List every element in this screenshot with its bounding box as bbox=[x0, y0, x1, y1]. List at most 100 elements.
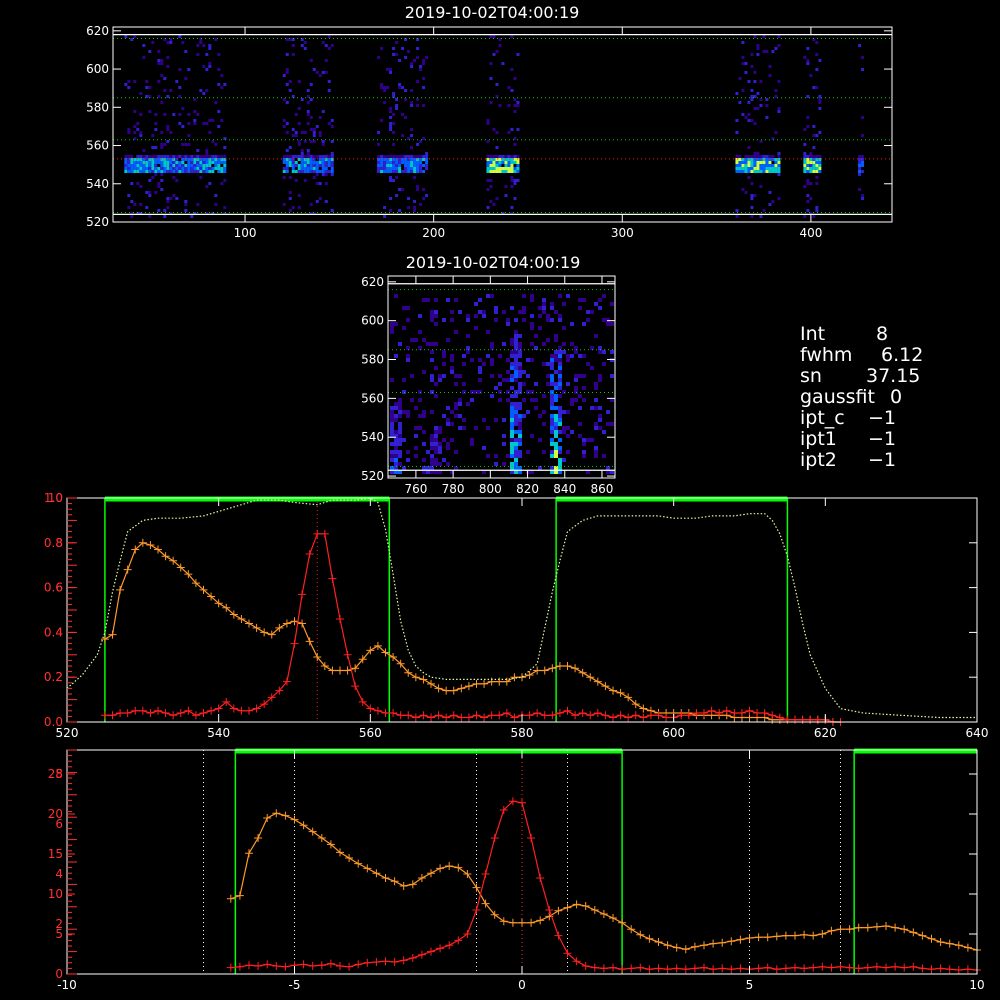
heatmap-cell bbox=[574, 390, 578, 394]
heatmap-cell bbox=[160, 74, 164, 77]
heatmap-cell bbox=[383, 206, 387, 209]
heatmap-cell bbox=[818, 164, 822, 167]
heatmap-cell bbox=[554, 334, 558, 338]
series-1-point bbox=[654, 964, 663, 973]
heatmap-cell bbox=[419, 65, 423, 68]
heatmap-cell bbox=[806, 59, 810, 62]
series-1-point bbox=[554, 931, 563, 940]
heatmap-cell bbox=[401, 161, 405, 164]
heatmap-cell bbox=[602, 362, 606, 366]
heatmap-cell bbox=[546, 374, 550, 378]
heatmap-cell bbox=[518, 438, 522, 442]
heatmap-cell bbox=[223, 146, 227, 149]
heatmap-cell bbox=[315, 182, 319, 185]
heatmap-cell bbox=[542, 410, 546, 414]
heatmap-cell bbox=[450, 410, 454, 414]
heatmap-cell bbox=[462, 362, 466, 366]
heatmap-cell bbox=[530, 434, 534, 438]
heatmap-cell bbox=[142, 155, 146, 158]
heatmap-cell bbox=[303, 131, 307, 134]
heatmap-cell bbox=[803, 56, 807, 59]
figure-canvas: 2019-10-02T04:00:19 100 200 300 40052054056… bbox=[44, 3, 989, 992]
heatmap-cell bbox=[574, 386, 578, 390]
heatmap-cell bbox=[446, 338, 450, 342]
heatmap-cell bbox=[558, 358, 562, 362]
heatmap-cell bbox=[178, 155, 182, 158]
heatmap-cell bbox=[402, 306, 406, 310]
heatmap-cell bbox=[321, 155, 325, 158]
series-1-point bbox=[434, 711, 443, 720]
heatmap-cell bbox=[211, 170, 215, 173]
y2-tick-label: 4 bbox=[55, 867, 63, 881]
heatmap-cell bbox=[297, 167, 301, 170]
series-1-point bbox=[472, 711, 481, 720]
heatmap-cell bbox=[172, 170, 176, 173]
heatmap-cell bbox=[502, 434, 506, 438]
series-0-point bbox=[540, 666, 549, 675]
heatmap-cell bbox=[735, 161, 739, 164]
heatmap-cell bbox=[774, 158, 778, 161]
series-1-point bbox=[417, 950, 426, 959]
heatmap-cell bbox=[534, 406, 538, 410]
series-1-point bbox=[313, 529, 322, 538]
heatmap-cell bbox=[566, 410, 570, 414]
data-band bbox=[486, 35, 520, 215]
heatmap-cell bbox=[861, 194, 865, 197]
heatmap-cell bbox=[506, 398, 510, 402]
heatmap-cell bbox=[202, 164, 206, 167]
heatmap-cell bbox=[208, 170, 212, 173]
heatmap-cell bbox=[416, 143, 420, 146]
heatmap-cell bbox=[803, 143, 807, 146]
heatmap-cell bbox=[518, 454, 522, 458]
heatmap-cell bbox=[818, 59, 822, 62]
series-0-point bbox=[863, 923, 872, 932]
heatmap-cell bbox=[205, 155, 209, 158]
heatmap-cell bbox=[434, 394, 438, 398]
heatmap-cell bbox=[407, 170, 411, 173]
x-tick-label: 100 bbox=[234, 226, 257, 240]
heatmap-cell bbox=[744, 191, 748, 194]
heatmap-cell bbox=[178, 95, 182, 98]
heatmap-cell bbox=[330, 170, 334, 173]
heatmap-cell bbox=[578, 298, 582, 302]
series-0-point bbox=[754, 933, 763, 942]
heatmap-cell bbox=[434, 366, 438, 370]
heatmap-cell bbox=[166, 167, 170, 170]
heatmap-cell bbox=[522, 318, 526, 322]
heatmap-cell bbox=[466, 318, 470, 322]
heatmap-cell bbox=[513, 155, 517, 158]
heatmap-cell bbox=[309, 158, 313, 161]
heatmap-cell bbox=[574, 398, 578, 402]
heatmap-cell bbox=[406, 318, 410, 322]
heatmap-cell bbox=[518, 434, 522, 438]
heatmap-cell bbox=[510, 366, 514, 370]
heatmap-cell bbox=[803, 164, 807, 167]
heatmap-cell bbox=[458, 426, 462, 430]
heatmap-cell bbox=[291, 128, 295, 131]
heatmap-cell bbox=[312, 140, 316, 143]
heatmap-cell bbox=[151, 161, 155, 164]
heatmap-cell bbox=[566, 294, 570, 298]
heatmap-cell bbox=[309, 128, 313, 131]
heatmap-cell bbox=[401, 170, 405, 173]
heatmap-cell bbox=[495, 146, 499, 149]
info-value-fwhm: 6.12 bbox=[881, 344, 923, 366]
x-tick-label: 820 bbox=[516, 482, 539, 496]
heatmap-cell bbox=[522, 294, 526, 298]
heatmap-cell bbox=[413, 206, 417, 209]
heatmap-cell bbox=[759, 140, 763, 143]
heatmap-cell bbox=[610, 374, 614, 378]
series-1-point bbox=[169, 711, 178, 720]
heatmap-cell bbox=[418, 426, 422, 430]
heatmap-cell bbox=[777, 167, 781, 170]
heatmap-cell bbox=[562, 342, 566, 346]
heatmap-cell bbox=[303, 47, 307, 50]
heatmap-cell bbox=[434, 430, 438, 434]
heatmap-cell bbox=[442, 318, 446, 322]
heatmap-cell bbox=[598, 350, 602, 354]
heatmap-cell bbox=[136, 167, 140, 170]
heatmap-cell bbox=[288, 197, 292, 200]
series-0-point bbox=[417, 874, 426, 882]
heatmap-cell bbox=[861, 197, 865, 200]
heatmap-cell bbox=[312, 131, 316, 134]
